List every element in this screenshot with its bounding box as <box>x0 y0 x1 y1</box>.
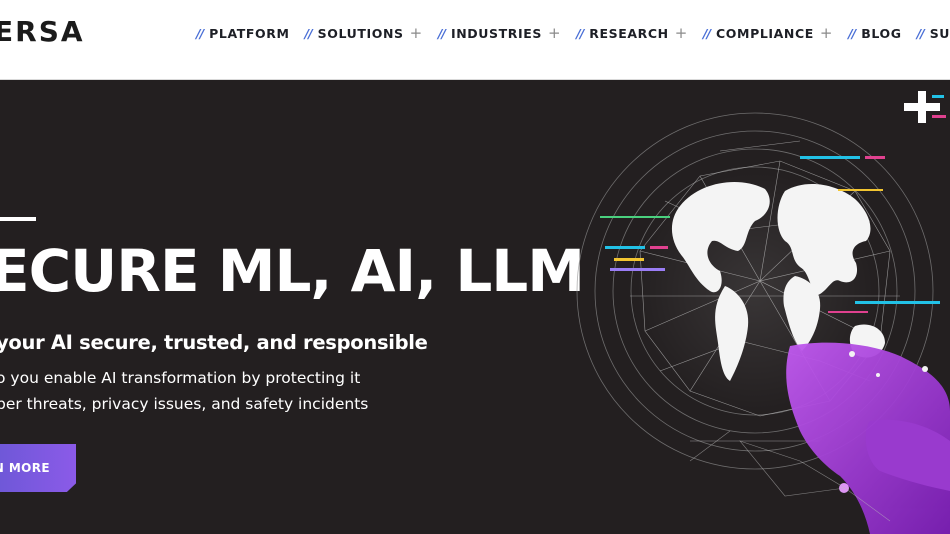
nav-separator: // <box>576 25 584 41</box>
site-header: ERSA // PLATFORM // SOLUTIONS + // INDUS… <box>0 0 950 80</box>
nav-item-platform[interactable]: // PLATFORM <box>196 26 290 41</box>
plus-icon[interactable]: + <box>410 24 423 42</box>
nav-label: RESEARCH <box>589 25 669 41</box>
nav-label: BLOG <box>861 25 902 41</box>
nav-label: PLATFORM <box>209 25 290 41</box>
nav-separator: // <box>702 25 711 41</box>
plus-accent-icon <box>904 91 946 123</box>
hero-subtitle: your AI secure, trusted, and responsible <box>0 331 428 354</box>
nav-item-industries[interactable]: // INDUSTRIES + <box>438 24 561 42</box>
main-nav: // PLATFORM // SOLUTIONS + // INDUSTRIES… <box>196 24 950 42</box>
hero-title: ECURE ML, AI, LLM <box>0 237 585 305</box>
nav-item-compliance[interactable]: // COMPLIANCE + <box>703 24 833 42</box>
nav-label: SOLUTIONS <box>317 25 404 41</box>
nav-separator: // <box>848 25 856 41</box>
hero-section: ECURE ML, AI, LLM your AI secure, truste… <box>0 81 950 534</box>
nav-label: COMPLIANCE <box>716 25 814 41</box>
learn-more-button[interactable]: N MORE <box>0 444 76 492</box>
plus-icon[interactable]: + <box>820 24 833 42</box>
network-globe-illustration <box>576 91 950 534</box>
nav-separator: // <box>437 25 446 41</box>
brand-logo[interactable]: ERSA <box>0 14 85 50</box>
nav-label: SUBSCRIBE <box>929 25 950 41</box>
nav-item-solutions[interactable]: // SOLUTIONS + <box>305 24 423 42</box>
plus-icon[interactable]: + <box>675 24 688 42</box>
logo-wordmark: ERSA <box>0 15 85 48</box>
hero-description: o you enable AI transformation by protec… <box>0 365 396 417</box>
hero-description-line: o you enable AI transformation by protec… <box>0 369 361 387</box>
nav-separator: // <box>196 25 204 41</box>
nav-item-blog[interactable]: // BLOG <box>848 26 901 41</box>
hero-description-line: ber threats, privacy issues, and safety … <box>0 395 369 413</box>
nav-item-subscribe[interactable]: // SUBSCRIBE <box>917 26 950 41</box>
nav-separator: // <box>916 25 925 41</box>
nav-item-research[interactable]: // RESEARCH + <box>576 24 688 42</box>
nav-label: INDUSTRIES <box>450 25 542 41</box>
hero-divider <box>0 217 36 221</box>
plus-icon[interactable]: + <box>548 24 561 42</box>
nav-separator: // <box>304 25 313 41</box>
